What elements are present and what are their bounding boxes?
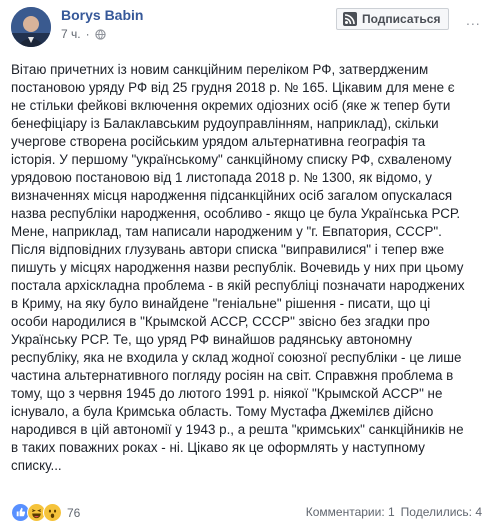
post-text-line: частина альтернативного погляду росіян н… <box>11 368 454 383</box>
post-text-line: республіку, яка не входила у склад жодно… <box>11 350 462 365</box>
facebook-post: Borys Babin 7 ч. · Подписаться ... Вітаю… <box>0 0 491 531</box>
post-text-line: постала архіскладна проблема - в якій ре… <box>11 278 465 293</box>
post-text-line: існувало, а була Кримська область. Тому … <box>11 404 434 419</box>
reactions-summary[interactable]: 76 <box>11 503 80 522</box>
post-text-line: в таких поважних роках - ні. Цікаво як ц… <box>11 440 425 455</box>
subscribe-label: Подписаться <box>362 12 441 26</box>
post-text-line: визначеннях місця народження підсанкційн… <box>11 188 453 203</box>
post-text-line: Мене, наприклад, там написали народженим… <box>11 224 442 239</box>
post-text-line: урядовою постановою від 1 листопада 2018… <box>11 170 432 185</box>
post-text-line: назва республіки народження, особливо - … <box>11 206 461 221</box>
post-text-line: пишуть у місцях народження назви республ… <box>11 260 464 275</box>
wow-reaction-icon <box>43 503 62 522</box>
post-text-line: бенефіціару із Балаклавським рудоуправлі… <box>11 116 439 131</box>
post-text-line: не стільки фейкові включення окремих оді… <box>11 98 451 113</box>
post-text-line: Після відповідних глузувань автори списк… <box>11 242 445 257</box>
post-text-line: в Криму, на яку було винайдене "геніальн… <box>11 296 431 311</box>
post-text-line: учергове створена російським урядом альт… <box>11 134 426 149</box>
post-text-line: тому, що з червня 1945 до лютого 1991 р.… <box>11 386 443 401</box>
post-text-line: постановою уряду РФ від 25 грудня 2018 р… <box>11 80 455 95</box>
reactions-count: 76 <box>67 505 81 520</box>
post-time[interactable]: 7 ч. <box>61 27 81 41</box>
author-name[interactable]: Borys Babin <box>61 7 143 23</box>
avatar[interactable] <box>11 7 51 47</box>
post-text-line: особи народилися в "Крымской АССР, СССР"… <box>11 314 430 329</box>
post-text: Вітаю причетних із новим санкційним пере… <box>11 61 483 475</box>
post-text-line: Вітаю причетних із новим санкційним пере… <box>11 62 429 77</box>
post-text-line: списку... <box>11 458 62 473</box>
engagement-stats: Комментарии: 1 Поделились: 4 <box>306 505 482 519</box>
rss-icon <box>343 12 357 26</box>
post-text-line: Українську РСР. Те, що уряд РФ винайшов … <box>11 332 413 347</box>
comments-count[interactable]: Комментарии: 1 <box>306 505 395 519</box>
globe-icon <box>94 28 106 40</box>
post-text-line: народився в цій автономії у 1943 р., а р… <box>11 422 464 437</box>
post-meta: 7 ч. · <box>61 27 106 41</box>
post-text-line: історія. У першому "українському" санкці… <box>11 152 452 167</box>
more-options-icon[interactable]: ... <box>466 12 481 28</box>
dot-separator: · <box>85 27 90 41</box>
subscribe-button[interactable]: Подписаться <box>336 8 450 30</box>
shares-count[interactable]: Поделились: 4 <box>401 505 482 519</box>
